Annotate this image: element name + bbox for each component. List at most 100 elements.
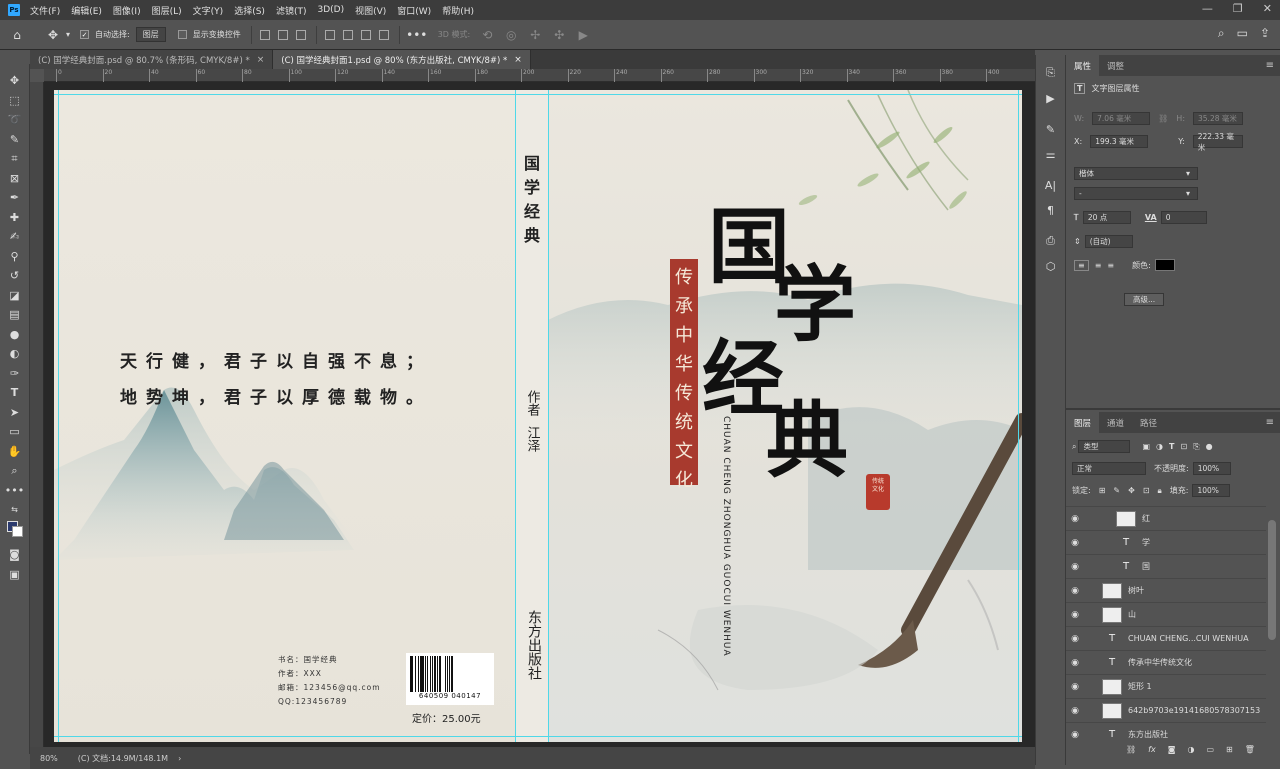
more-options-icon[interactable]: ••• [406, 28, 427, 42]
pen-tool-icon[interactable]: ✑ [6, 365, 24, 382]
blur-tool-icon[interactable]: ● [6, 326, 24, 343]
move-tool-icon[interactable]: ✥ [6, 72, 24, 89]
align-center-icon[interactable] [277, 29, 288, 40]
layer-row[interactable]: ◉ T 东方出版社 [1066, 722, 1266, 746]
character-panel-icon[interactable]: A| [1043, 177, 1059, 193]
home-icon[interactable]: ⌂ [10, 28, 24, 42]
layer-row[interactable]: ◉ T CHUAN CHENG...CUI WENHUA [1066, 626, 1266, 650]
filter-smart-icon[interactable]: ⎘ [1193, 442, 1199, 452]
layer-row[interactable]: ◉ T 国 [1066, 554, 1266, 578]
layer-row[interactable]: ◉ T 学 [1066, 530, 1266, 554]
tab-properties[interactable]: 属性 [1066, 55, 1100, 76]
layer-mask-icon[interactable]: ◙ [1168, 745, 1176, 754]
hand-tool-icon[interactable]: ✋ [6, 443, 24, 460]
panel-menu-icon[interactable]: ≡ [1266, 417, 1274, 428]
align-top-icon[interactable] [324, 29, 335, 40]
menu-file[interactable]: 文件(F) [30, 4, 60, 17]
lock-transparent-icon[interactable]: ⊞ [1099, 486, 1106, 495]
close-tab-icon[interactable]: × [257, 55, 265, 65]
filter-pixel-icon[interactable]: ▣ [1142, 442, 1150, 451]
menu-filter[interactable]: 滤镜(T) [276, 4, 307, 17]
advanced-button[interactable]: 高级... [1124, 293, 1165, 306]
layer-row[interactable]: ◉ 642b9703e19141680578307153 [1066, 698, 1266, 722]
history-brush-icon[interactable]: ↺ [6, 267, 24, 284]
visibility-eye-icon[interactable]: ◉ [1066, 514, 1084, 524]
visibility-eye-icon[interactable]: ◉ [1066, 730, 1084, 740]
type-tool-icon[interactable]: T [6, 384, 24, 401]
panel-menu-icon[interactable]: ≡ [1266, 60, 1274, 71]
canvas-area[interactable]: 天行健，君子以自强不息； 地势坤，君子以厚德载物。 书名：国学经典 作者：XXX… [44, 82, 1035, 747]
paragraph-panel-icon[interactable]: ¶ [1043, 202, 1059, 218]
x-field[interactable]: 199.3 毫米 [1090, 135, 1149, 148]
rectangle-tool-icon[interactable]: ▭ [6, 423, 24, 440]
visibility-eye-icon[interactable]: ◉ [1066, 562, 1084, 572]
move-tool-dropdown-icon[interactable]: ▾ [66, 30, 70, 39]
tab-adjustments[interactable]: 调整 [1099, 55, 1132, 76]
quick-select-tool-icon[interactable]: ✎ [6, 131, 24, 148]
menu-image[interactable]: 图像(I) [113, 4, 141, 17]
font-size-field[interactable]: 20 点 [1082, 211, 1131, 224]
marquee-tool-icon[interactable]: ⬚ [6, 92, 24, 109]
visibility-eye-icon[interactable]: ◉ [1066, 538, 1084, 548]
restore-icon[interactable]: ❐ [1233, 2, 1243, 15]
y-field[interactable]: 222.33 毫米 [1192, 132, 1243, 152]
document-canvas[interactable]: 天行健，君子以自强不息； 地势坤，君子以厚德载物。 书名：国学经典 作者：XXX… [54, 90, 1022, 742]
menu-view[interactable]: 视图(V) [355, 4, 386, 17]
filter-toggle-icon[interactable]: ● [1206, 442, 1213, 451]
menu-3d[interactable]: 3D(D) [317, 5, 344, 15]
vertical-ruler[interactable] [30, 82, 44, 747]
healing-brush-icon[interactable]: ✚ [6, 209, 24, 226]
libraries-icon[interactable]: ⎙ [1043, 233, 1059, 249]
chevron-down-icon[interactable]: ▾ [1186, 189, 1190, 198]
workspace-icon[interactable]: ▭ [1237, 26, 1248, 41]
swap-colors-icon[interactable]: ⇆ [6, 501, 24, 518]
zoom-tool-icon[interactable]: ⌕ [6, 462, 24, 479]
color-swatches[interactable] [6, 520, 24, 538]
leading-field[interactable]: (自动) [1084, 235, 1133, 248]
delete-layer-icon[interactable]: 🗑︎ [1245, 745, 1255, 754]
new-layer-icon[interactable]: ⊞ [1226, 745, 1233, 754]
visibility-eye-icon[interactable]: ◉ [1066, 706, 1084, 716]
eyedropper-tool-icon[interactable]: ✒ [6, 189, 24, 206]
path-select-icon[interactable]: ➤ [6, 404, 24, 421]
search-icon[interactable]: ⌕ [1218, 26, 1225, 41]
clone-stamp-icon[interactable]: ⚲ [6, 248, 24, 265]
distribute-icon[interactable] [378, 29, 389, 40]
layer-filter-select[interactable]: 类型 [1078, 440, 1131, 453]
visibility-eye-icon[interactable]: ◉ [1066, 682, 1084, 692]
close-icon[interactable]: ✕ [1263, 2, 1272, 15]
roll-3d-icon[interactable]: ◎ [504, 28, 518, 42]
link-layers-icon[interactable]: ⛓ [1126, 745, 1136, 754]
lock-artboard-icon[interactable]: ⊡ [1143, 486, 1150, 495]
filter-adjust-icon[interactable]: ◑ [1156, 442, 1163, 451]
visibility-eye-icon[interactable]: ◉ [1066, 610, 1084, 620]
more-tools-icon[interactable]: ••• [5, 482, 24, 499]
move-tool-icon[interactable]: ✥ [46, 28, 60, 42]
menu-help[interactable]: 帮助(H) [442, 4, 474, 17]
clone-source-icon[interactable]: ⚌ [1043, 146, 1059, 162]
color-swatch[interactable] [1154, 259, 1175, 271]
share-icon[interactable]: ⇪ [1260, 26, 1270, 41]
auto-select-dropdown[interactable]: 图层 [135, 27, 166, 42]
layer-effects-icon[interactable]: fx [1148, 745, 1156, 754]
eraser-tool-icon[interactable]: ◪ [6, 287, 24, 304]
dodge-tool-icon[interactable]: ◐ [6, 345, 24, 362]
tab-document-2[interactable]: (C) 国学经典封面1.psd @ 80% (东方出版社, CMYK/8#) *… [273, 50, 531, 69]
align-middle-icon[interactable] [342, 29, 353, 40]
minimize-icon[interactable]: — [1202, 2, 1213, 15]
adjustment-layer-icon[interactable]: ◑ [1187, 745, 1194, 754]
filter-shape-icon[interactable]: ⊡ [1181, 442, 1188, 451]
visibility-eye-icon[interactable]: ◉ [1066, 586, 1084, 596]
auto-select-checkbox[interactable]: ✓ [80, 30, 90, 39]
menu-edit[interactable]: 编辑(E) [71, 4, 102, 17]
layers-scrollbar[interactable] [1268, 520, 1276, 640]
history-panel-icon[interactable]: ⎘ [1043, 65, 1059, 81]
opacity-field[interactable]: 100% [1192, 462, 1231, 475]
align-left-icon[interactable] [259, 29, 270, 40]
lock-pixels-icon[interactable]: ✎ [1113, 486, 1120, 495]
layer-row[interactable]: ◉ T 传承中华传统文化 [1066, 650, 1266, 674]
menu-select[interactable]: 选择(S) [234, 4, 265, 17]
close-tab-icon[interactable]: × [514, 55, 522, 65]
menu-layer[interactable]: 图层(L) [152, 4, 182, 17]
slide-3d-icon[interactable]: ✣ [552, 28, 566, 42]
